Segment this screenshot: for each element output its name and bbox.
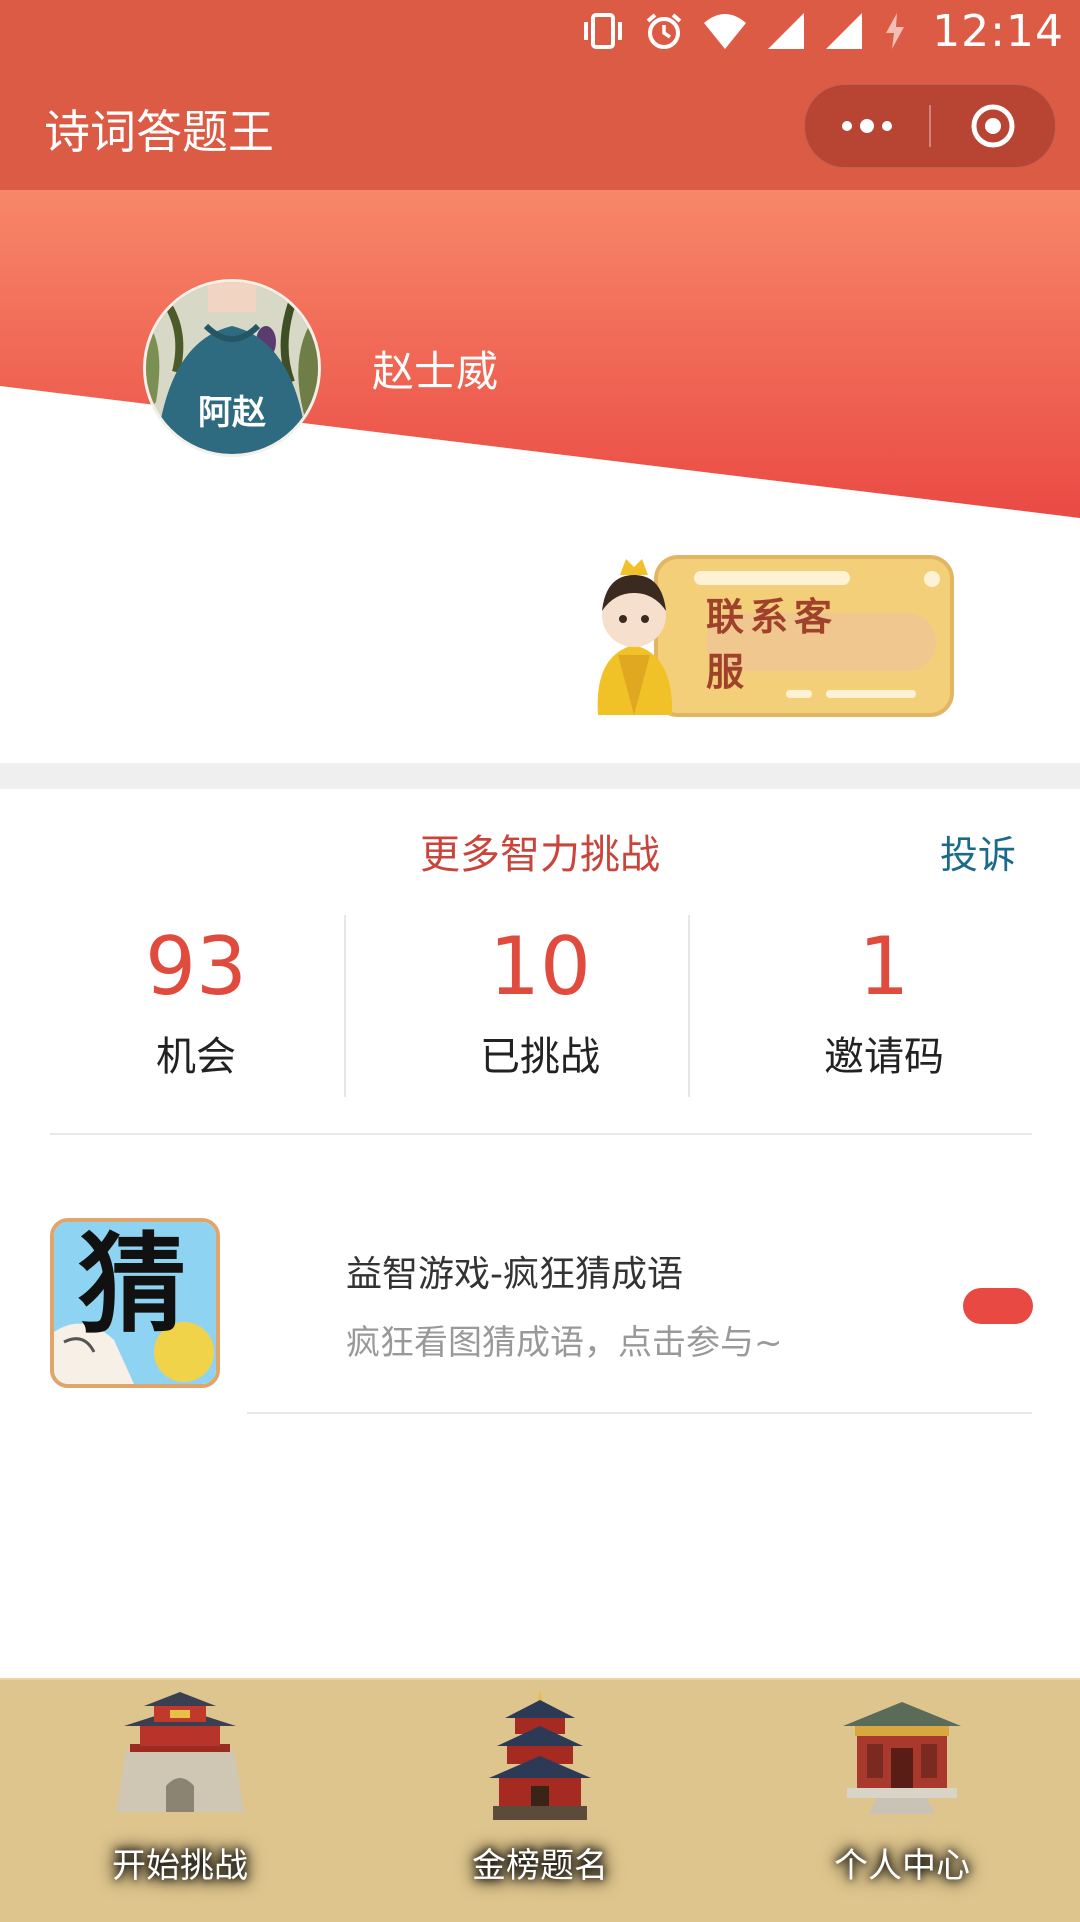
stat-invite-code[interactable]: 1 邀请码 [712, 915, 1056, 1097]
mini-program-capsule [804, 84, 1056, 168]
hall-icon [843, 1702, 961, 1814]
game-icon-text: 猜 [78, 1222, 186, 1348]
stat-challenged: 10 已挑战 [368, 915, 712, 1097]
nav-bar: 诗词答题王 [0, 62, 1080, 190]
stat-label: 机会 [156, 1034, 236, 1080]
more-dots-icon [842, 119, 892, 133]
close-button[interactable] [931, 85, 1055, 167]
tab-label: 个人中心 [834, 1846, 970, 1886]
status-time: 12:14 [932, 5, 1064, 57]
target-close-icon [971, 104, 1015, 148]
stat-label: 已挑战 [480, 1034, 600, 1080]
game-title[interactable]: 益智游戏-疯狂猜成语 [346, 1245, 683, 1297]
alarm-icon [646, 13, 682, 49]
stat-value: 1 [858, 920, 910, 1013]
battery-charging-icon [886, 13, 905, 49]
section-title: 更多智力挑战 [420, 832, 660, 878]
divider-line [50, 1133, 1032, 1135]
game-description: 疯狂看图猜成语，点击参与~ [346, 1323, 783, 1363]
divider-line [247, 1412, 1032, 1414]
contact-service-button[interactable]: 联系客服 [590, 545, 960, 720]
avatar-text: 阿赵 [198, 393, 266, 433]
tab-label: 开始挑战 [112, 1846, 248, 1886]
page-title: 诗词答题王 [44, 105, 274, 159]
stat-chances: 93 机会 [24, 915, 368, 1097]
tab-start-challenge[interactable]: 开始挑战 [30, 1680, 330, 1922]
status-icons: 12:14 [580, 0, 1064, 62]
vibrate-icon [584, 13, 623, 49]
tab-gold-list[interactable]: 金榜题名 [390, 1680, 690, 1922]
tab-bar: 开始挑战 金榜题名 个人中心 [0, 1678, 1080, 1922]
stat-label: 邀请码 [824, 1034, 944, 1080]
avatar-image: 阿赵 [146, 282, 318, 454]
contact-service-label: 联系客服 [706, 595, 839, 694]
signal-icon [826, 13, 863, 49]
tab-label: 金榜题名 [472, 1846, 608, 1886]
stat-divider [344, 915, 346, 1097]
stat-value: 10 [489, 920, 591, 1013]
more-button[interactable] [805, 85, 929, 167]
section-separator [0, 763, 1080, 789]
game-icon[interactable]: 猜 [50, 1218, 220, 1388]
stat-value: 93 [145, 920, 247, 1013]
palace-gate-icon [116, 1692, 244, 1812]
signal-icon [768, 13, 805, 49]
stat-divider [688, 915, 690, 1097]
username: 赵士威 [372, 347, 499, 396]
wifi-icon [704, 14, 747, 49]
stats-row: 93 机会 10 已挑战 1 邀请码 [0, 915, 1080, 1097]
avatar[interactable]: 阿赵 [143, 279, 321, 457]
game-action-badge[interactable] [963, 1288, 1033, 1324]
status-bar: 12:14 [0, 0, 1080, 62]
complain-link[interactable]: 投诉 [940, 824, 1016, 879]
temple-pagoda-icon [489, 1690, 591, 1820]
game-icon-image: 猜 [54, 1222, 216, 1384]
tab-personal-center[interactable]: 个人中心 [752, 1680, 1052, 1922]
